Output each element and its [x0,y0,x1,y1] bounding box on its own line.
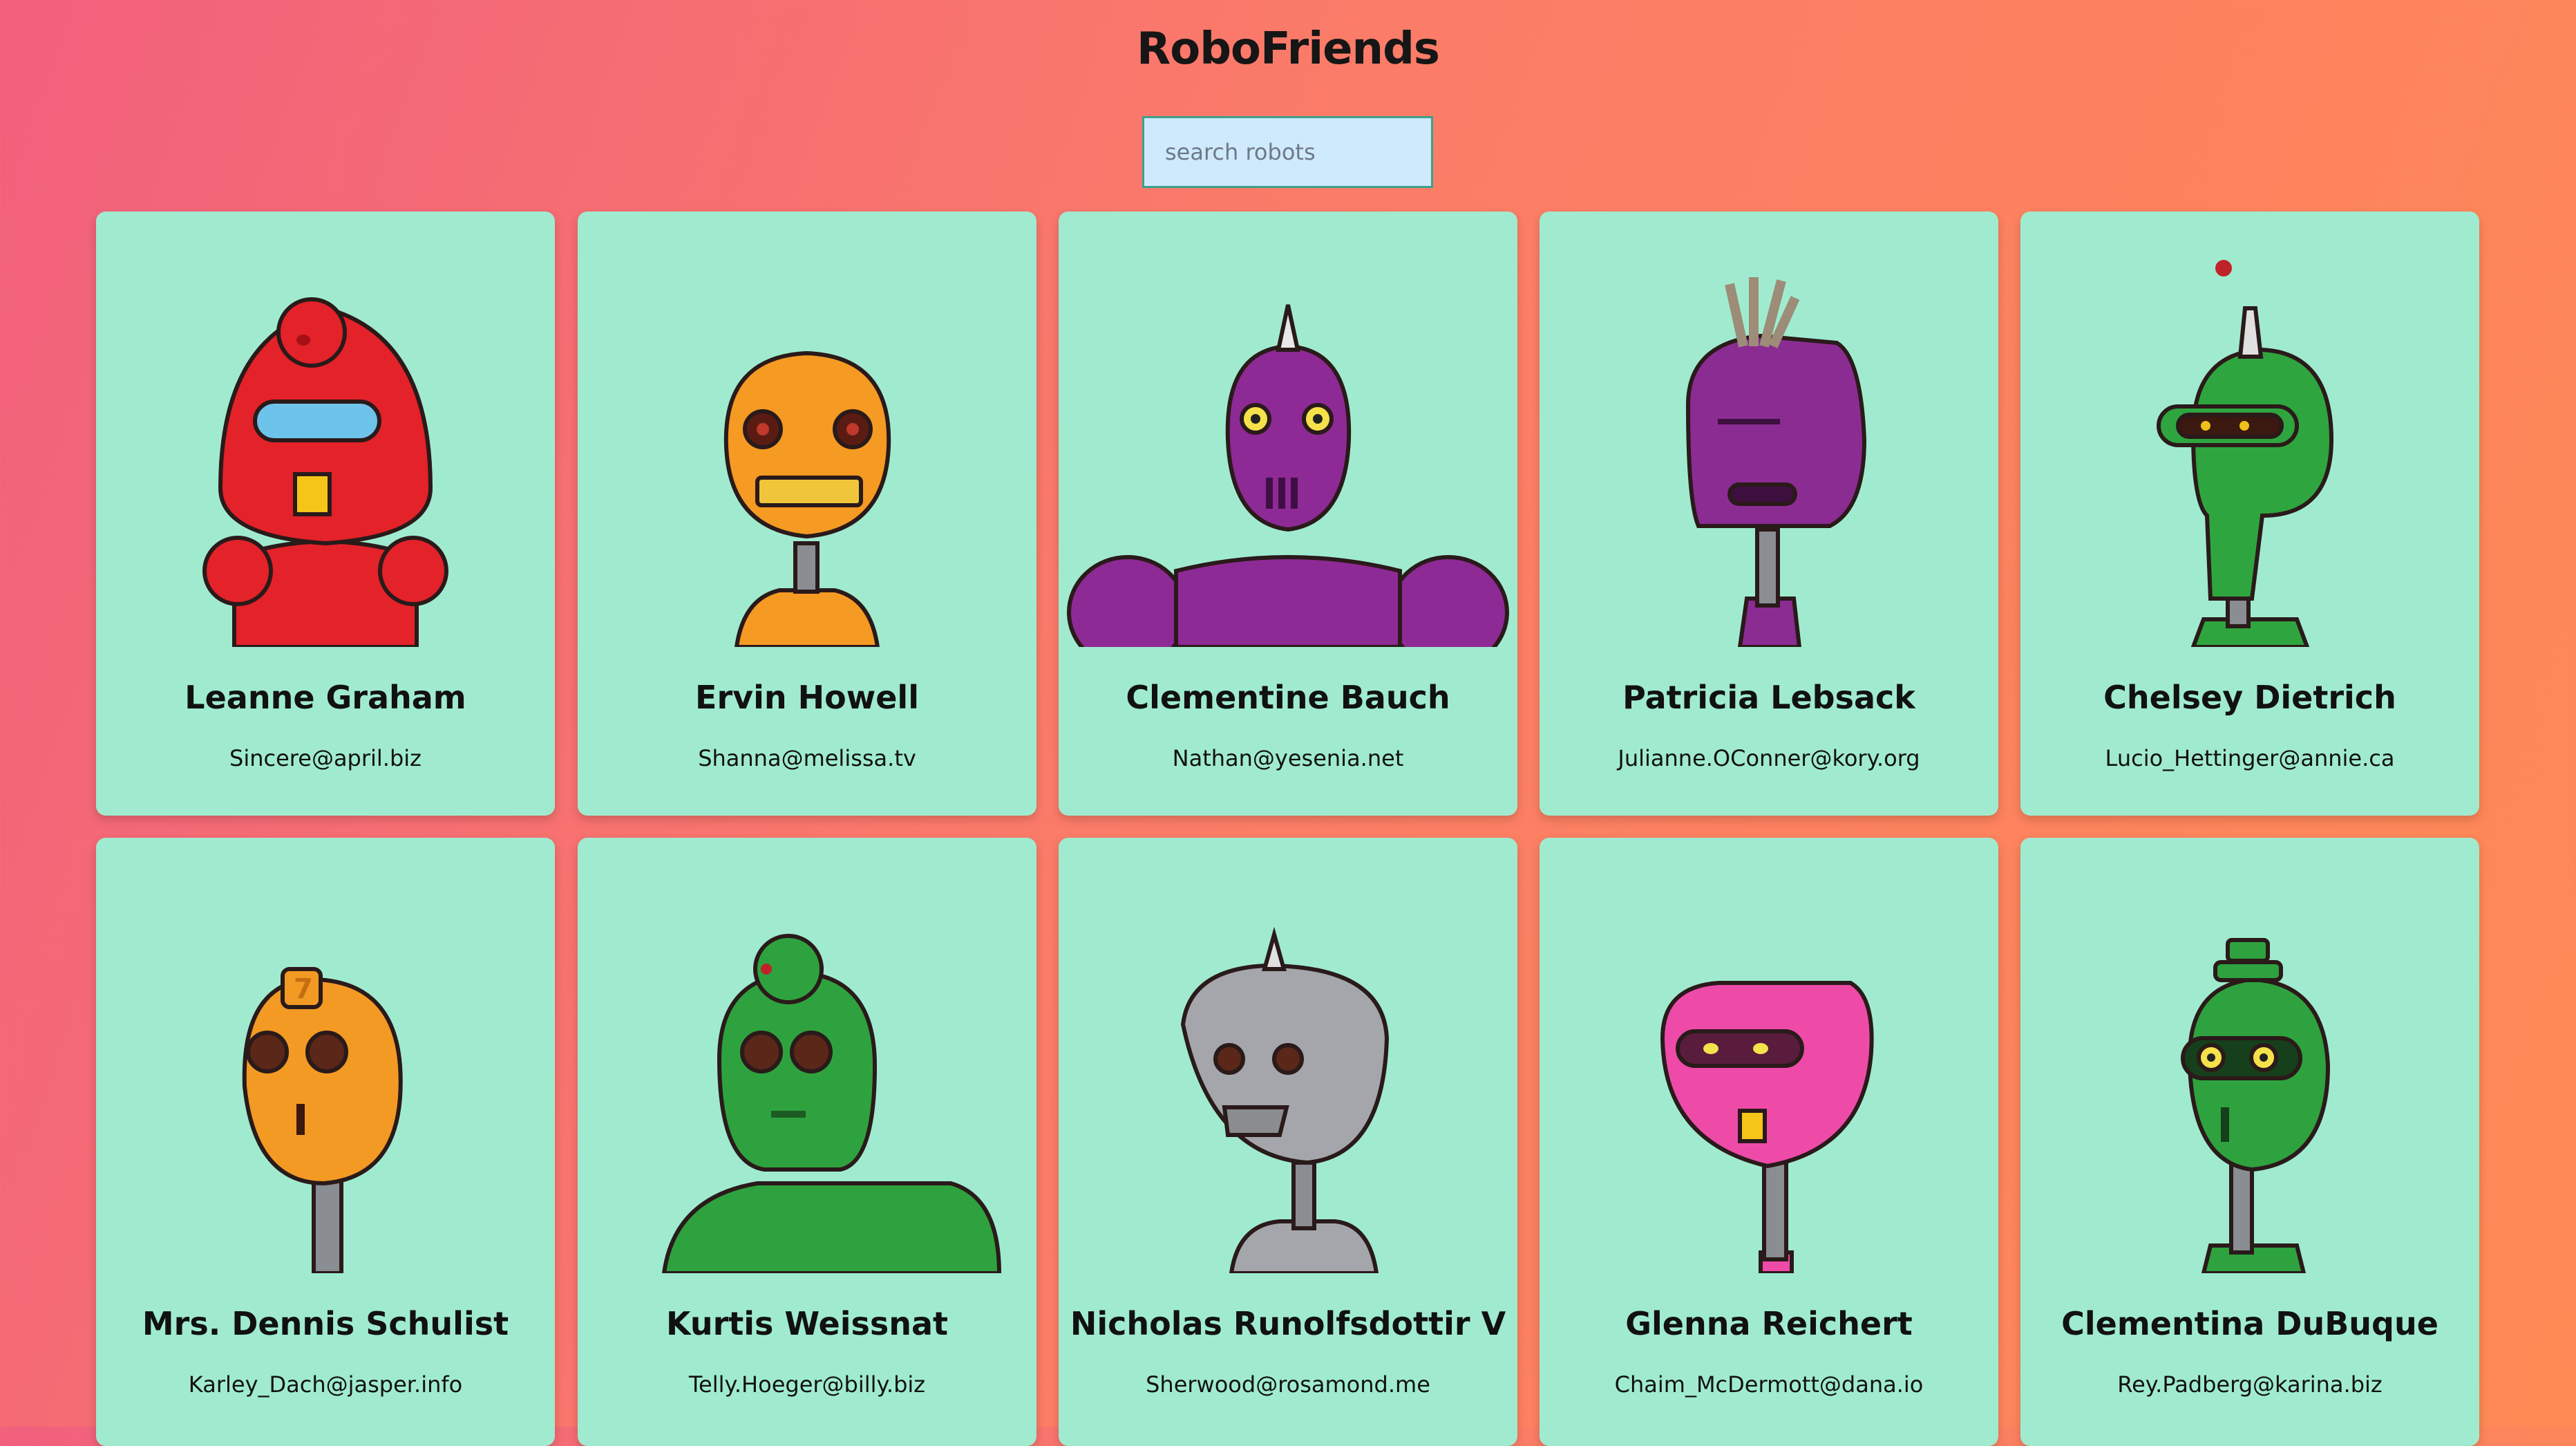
robot-portrait [1059,838,1517,1273]
robot-portrait [1540,212,1998,647]
robot-email: Nathan@yesenia.net [1172,745,1404,771]
robot-email: Karley_Dach@jasper.info [188,1371,463,1398]
robot-card: Nicholas Runolfsdottir V Sherwood@rosamo… [1059,838,1517,1446]
robot-name: Nicholas Runolfsdottir V [1070,1305,1506,1342]
robot-email: Julianne.OConner@kory.org [1618,745,1920,771]
svg-text:7: 7 [294,973,313,1005]
robot-portrait [1059,212,1517,647]
robot-portrait [2020,838,2479,1273]
robot-email: Lucio_Hettinger@annie.ca [2105,745,2395,771]
robot-email: Sincere@april.biz [229,745,422,771]
robot-name: Ervin Howell [695,679,919,716]
robot-name: Patricia Lebsack [1622,679,1915,716]
robot-portrait [578,212,1036,647]
robot-card: Patricia Lebsack Julianne.OConner@kory.o… [1540,212,1998,816]
robot-portrait [578,838,1036,1273]
robot-name: Glenna Reichert [1625,1305,1913,1342]
robot-name: Clementina DuBuque [2061,1305,2438,1342]
robot-portrait: 7 [96,838,555,1273]
robot-portrait [96,212,555,647]
robot-name: Chelsey Dietrich [2103,679,2396,716]
robot-name: Mrs. Dennis Schulist [142,1305,509,1342]
robot-card: Leanne Graham Sincere@april.biz [96,212,555,816]
robot-portrait [2020,212,2479,647]
robot-email: Chaim_McDermott@dana.io [1614,1371,1924,1398]
robot-name: Clementine Bauch [1126,679,1450,716]
robot-card: Chelsey Dietrich Lucio_Hettinger@annie.c… [2020,212,2479,816]
robot-card: Clementine Bauch Nathan@yesenia.net [1059,212,1517,816]
robot-name: Kurtis Weissnat [665,1305,949,1342]
robot-portrait [1540,838,1998,1273]
robot-email: Telly.Hoeger@billy.biz [688,1371,926,1398]
robot-name: Leanne Graham [184,679,466,716]
robot-email: Sherwood@rosamond.me [1146,1371,1430,1398]
robot-card: Clementina DuBuque Rey.Padberg@karina.bi… [2020,838,2479,1446]
robot-card: Ervin Howell Shanna@melissa.tv [578,212,1036,816]
robot-card: Kurtis Weissnat Telly.Hoeger@billy.biz [578,838,1036,1446]
app-title: RoboFriends [1136,24,1440,75]
robot-card: 7 Mrs. Dennis Schulist Karley_Dach@jaspe… [96,838,555,1446]
robot-card: Glenna Reichert Chaim_McDermott@dana.io [1540,838,1998,1446]
robot-email: Shanna@melissa.tv [698,745,916,771]
robot-email: Rey.Padberg@karina.biz [2117,1371,2383,1398]
search-input[interactable] [1142,116,1433,188]
